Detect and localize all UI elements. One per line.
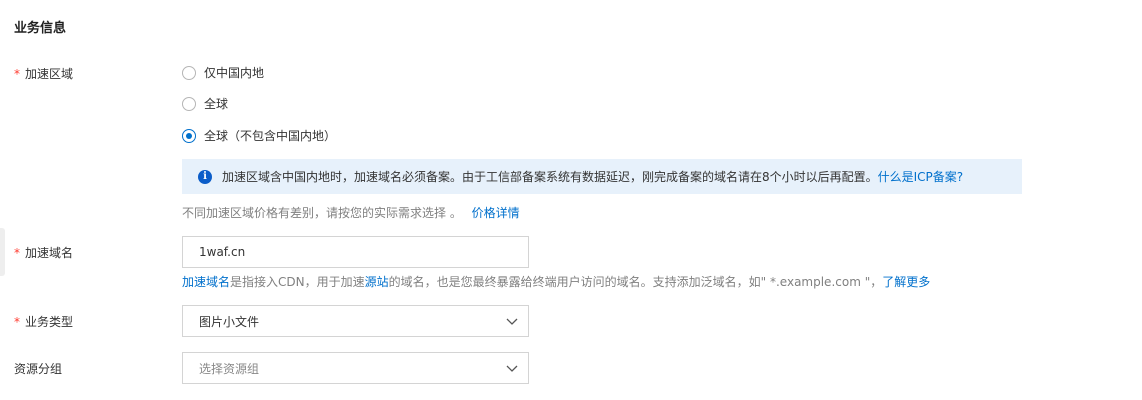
radio-label: 全球 (204, 97, 229, 111)
section-title: 业务信息 (14, 21, 67, 36)
radio-mainland-only[interactable]: 仅中国内地 (182, 64, 264, 81)
business-type-select[interactable]: 图片小文件 (182, 305, 529, 337)
domain-label-text: 加速域名 (25, 246, 74, 260)
learn-more-link[interactable]: 了解更多 (882, 275, 930, 289)
resource-group-select[interactable]: 选择资源组 (182, 352, 529, 384)
business-type-value: 图片小文件 (199, 314, 260, 329)
side-collapse-handle[interactable] (0, 228, 5, 276)
acceleration-region-label-text: 加速区域 (25, 67, 74, 81)
icp-info-link[interactable]: 什么是ICP备案? (878, 170, 964, 184)
origin-link[interactable]: 源站 (365, 275, 389, 289)
required-marker: * (14, 246, 20, 260)
radio-circle-checked-icon[interactable] (182, 128, 196, 143)
resource-group-label-text: 资源分组 (14, 362, 63, 376)
required-marker: * (14, 67, 20, 81)
business-type-label: * 业务类型 (14, 313, 73, 330)
domain-hint-text: 是指接入CDN，用于加速 (230, 275, 365, 289)
chevron-down-icon (506, 365, 518, 372)
domain-label: * 加速域名 (14, 244, 73, 261)
domain-term-link[interactable]: 加速域名 (182, 275, 230, 289)
domain-hint: 加速域名是指接入CDN，用于加速源站的域名，也是您最终暴露给终端用户访问的域名。… (182, 273, 930, 290)
radio-global[interactable]: 全球 (182, 95, 228, 112)
notice-text: 加速区域含中国内地时，加速域名必须备案。由于工信部备案系统有数据延迟，刚完成备案… (222, 168, 963, 185)
radio-label: 仅中国内地 (204, 66, 265, 80)
notice-message: 加速区域含中国内地时，加速域名必须备案。由于工信部备案系统有数据延迟，刚完成备案… (222, 170, 878, 184)
chevron-down-icon (506, 318, 518, 325)
info-icon: i (198, 169, 212, 184)
radio-circle-icon[interactable] (182, 96, 196, 111)
price-hint-text: 不同加速区域价格有差别，请按您的实际需求选择 。 (182, 206, 462, 220)
business-type-label-text: 业务类型 (25, 315, 74, 329)
resource-group-label: 资源分组 (14, 360, 62, 377)
price-hint: 不同加速区域价格有差别，请按您的实际需求选择 。 价格详情 (182, 204, 520, 221)
acceleration-region-label: * 加速区域 (14, 65, 73, 82)
domain-hint-text: 的域名，也是您最终暴露给终端用户访问的域名。支持添加泛域名，如" *.examp… (388, 275, 883, 289)
radio-label: 全球（不包含中国内地） (204, 129, 337, 143)
icp-notice-banner: i 加速区域含中国内地时，加速域名必须备案。由于工信部备案系统有数据延迟，刚完成… (182, 159, 1022, 194)
radio-global-excluding-mainland[interactable]: 全球（不包含中国内地） (182, 127, 336, 144)
price-details-link[interactable]: 价格详情 (472, 206, 520, 220)
radio-circle-icon[interactable] (182, 65, 196, 80)
domain-input[interactable]: 1waf.cn (182, 236, 529, 268)
resource-group-placeholder: 选择资源组 (199, 361, 260, 376)
required-marker: * (14, 315, 20, 329)
